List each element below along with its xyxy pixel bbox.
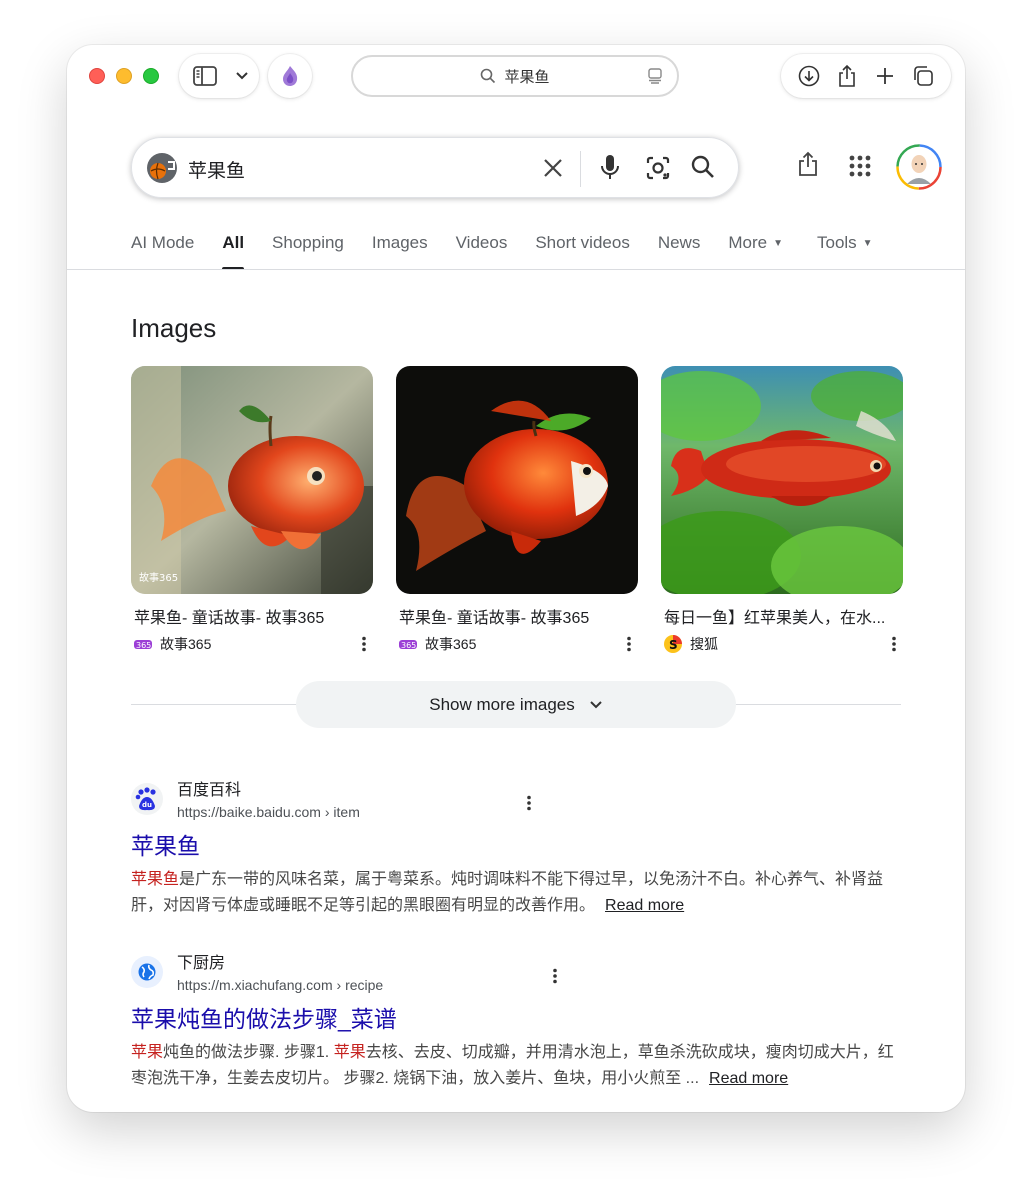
result-source[interactable]: du 百度百科 https://baike.baidu.com › item <box>131 781 901 823</box>
tab-news[interactable]: News <box>658 233 701 269</box>
search-query-text[interactable]: 苹果鱼 <box>188 156 245 183</box>
svg-text:du: du <box>142 801 152 809</box>
svg-text:故事365: 故事365 <box>139 571 178 584</box>
result-url: https://m.xiachufang.com › recipe <box>177 977 384 993</box>
extension-button[interactable] <box>268 54 312 98</box>
more-options-icon[interactable] <box>552 968 558 984</box>
download-icon[interactable] <box>798 65 820 87</box>
result-site-name: 下厨房 <box>177 955 226 972</box>
caret-down-icon: ▼ <box>862 238 873 249</box>
snippet-highlight: 苹果 <box>131 1044 164 1061</box>
tab-short-videos[interactable]: Short videos <box>535 233 630 269</box>
more-options-icon[interactable] <box>891 636 897 652</box>
tab-tools[interactable]: Tools ▼ <box>817 233 873 269</box>
baidu-favicon-icon: du <box>131 783 163 815</box>
read-more-link[interactable]: Read more <box>605 897 684 914</box>
show-more-images-button[interactable]: Show more images <box>296 681 736 728</box>
extension-flame-icon <box>283 66 298 86</box>
tab-shopping[interactable]: Shopping <box>272 233 344 269</box>
snippet-highlight: 苹果鱼 <box>131 871 180 888</box>
chevron-down-icon <box>590 700 602 708</box>
result-title-link[interactable]: 苹果炖鱼的做法步骤_菜谱 <box>131 1004 901 1034</box>
google-search-box[interactable]: 苹果鱼 <box>131 137 739 198</box>
more-options-icon[interactable] <box>361 636 367 652</box>
new-tab-icon[interactable] <box>875 66 895 86</box>
browser-window: 苹果鱼 苹果鱼 AI Mode All Shopping Images Vide… <box>67 45 965 1112</box>
snippet-text: 炖鱼的做法步骤. 步骤1. <box>163 1044 334 1061</box>
goldfish-apple-image[interactable]: 故事365 <box>131 366 373 594</box>
image-source[interactable]: S 搜狐 <box>661 634 903 654</box>
red-rainbowfish-image[interactable] <box>661 366 903 594</box>
gushi365-favicon-icon: 365 <box>399 640 417 650</box>
caret-down-icon: ▼ <box>773 238 783 249</box>
result-site-name: 百度百科 <box>177 782 242 799</box>
lens-camera-icon[interactable] <box>644 154 672 182</box>
result-url: https://baike.baidu.com › item <box>177 804 360 820</box>
clear-search-icon[interactable] <box>540 155 566 181</box>
tab-overview-icon[interactable] <box>912 65 934 87</box>
images-heading: Images <box>131 313 217 343</box>
goldfish-apple-dark-image[interactable] <box>396 366 638 594</box>
search-tabs: AI Mode All Shopping Images Videos Short… <box>131 233 901 270</box>
tab-all[interactable]: All <box>222 233 244 270</box>
result-snippet: 苹果炖鱼的做法步骤. 步骤1. 苹果去核、去皮、切成瓣，并用清水泡上，草鱼杀洗砍… <box>131 1040 901 1092</box>
image-result-card[interactable]: 每日一鱼】红苹果美人，在水... S 搜狐 <box>661 366 903 654</box>
search-result: du 百度百科 https://baike.baidu.com › item 苹… <box>131 781 901 919</box>
svg-text:365: 365 <box>401 641 416 650</box>
account-avatar[interactable] <box>896 144 942 190</box>
google-doodle-logo[interactable] <box>146 152 178 184</box>
tab-ai-mode[interactable]: AI Mode <box>131 233 194 269</box>
close-window-button[interactable] <box>89 68 105 84</box>
tabs-divider <box>67 269 965 270</box>
image-source[interactable]: 365 故事365 <box>131 634 373 654</box>
search-result: 下厨房 https://m.xiachufang.com › recipe 苹果… <box>131 954 901 1092</box>
search-submit-icon[interactable] <box>690 154 716 180</box>
snippet-text: 是广东一带的风味名菜，属于粤菜系。炖时调味料不能下得过早，以免汤汁不白。补心养气… <box>131 871 884 914</box>
more-options-icon[interactable] <box>526 795 532 811</box>
snippet-highlight: 苹果 <box>333 1044 366 1061</box>
gushi365-favicon-icon: 365 <box>134 640 152 650</box>
tab-overview-icon[interactable] <box>647 68 663 84</box>
result-snippet: 苹果鱼是广东一带的风味名菜，属于粤菜系。炖时调味料不能下得过早，以免汤汁不白。补… <box>131 867 901 919</box>
result-source[interactable]: 下厨房 https://m.xiachufang.com › recipe <box>131 954 901 996</box>
result-title-link[interactable]: 苹果鱼 <box>131 831 901 861</box>
more-options-icon[interactable] <box>626 636 632 652</box>
tab-videos[interactable]: Videos <box>456 233 508 269</box>
image-title[interactable]: 每日一鱼】红苹果美人，在水... <box>661 604 891 628</box>
zoom-window-button[interactable] <box>143 68 159 84</box>
sohu-favicon-icon: S <box>664 635 682 653</box>
search-icon <box>481 68 496 84</box>
globe-icon <box>131 956 163 988</box>
image-title[interactable]: 苹果鱼- 童话故事- 故事365 <box>396 604 626 628</box>
chevron-down-icon[interactable] <box>235 71 249 81</box>
read-more-link[interactable]: Read more <box>709 1070 788 1087</box>
search-divider <box>580 151 581 187</box>
browser-actions <box>781 54 951 98</box>
image-source[interactable]: 365 故事365 <box>396 634 638 654</box>
google-apps-icon[interactable] <box>849 155 871 177</box>
share-icon[interactable] <box>837 64 857 88</box>
microphone-icon[interactable] <box>599 153 621 183</box>
sidebar-toggle-group[interactable] <box>179 54 259 98</box>
svg-text:S: S <box>669 638 678 652</box>
image-title[interactable]: 苹果鱼- 童话故事- 故事365 <box>131 604 361 628</box>
image-result-card[interactable]: 故事365 苹果鱼- 童话故事- 故事365 365 故事365 <box>131 366 373 654</box>
sidebar-icon[interactable] <box>193 66 217 86</box>
svg-text:365: 365 <box>136 641 151 650</box>
window-controls <box>89 68 159 84</box>
address-bar[interactable]: 苹果鱼 <box>351 55 679 97</box>
tab-more[interactable]: More ▼ <box>728 233 783 269</box>
image-result-card[interactable]: 苹果鱼- 童话故事- 故事365 365 故事365 <box>396 366 638 654</box>
tab-images[interactable]: Images <box>372 233 428 269</box>
share-page-icon[interactable] <box>797 151 819 177</box>
address-text: 苹果鱼 <box>504 68 550 86</box>
minimize-window-button[interactable] <box>116 68 132 84</box>
